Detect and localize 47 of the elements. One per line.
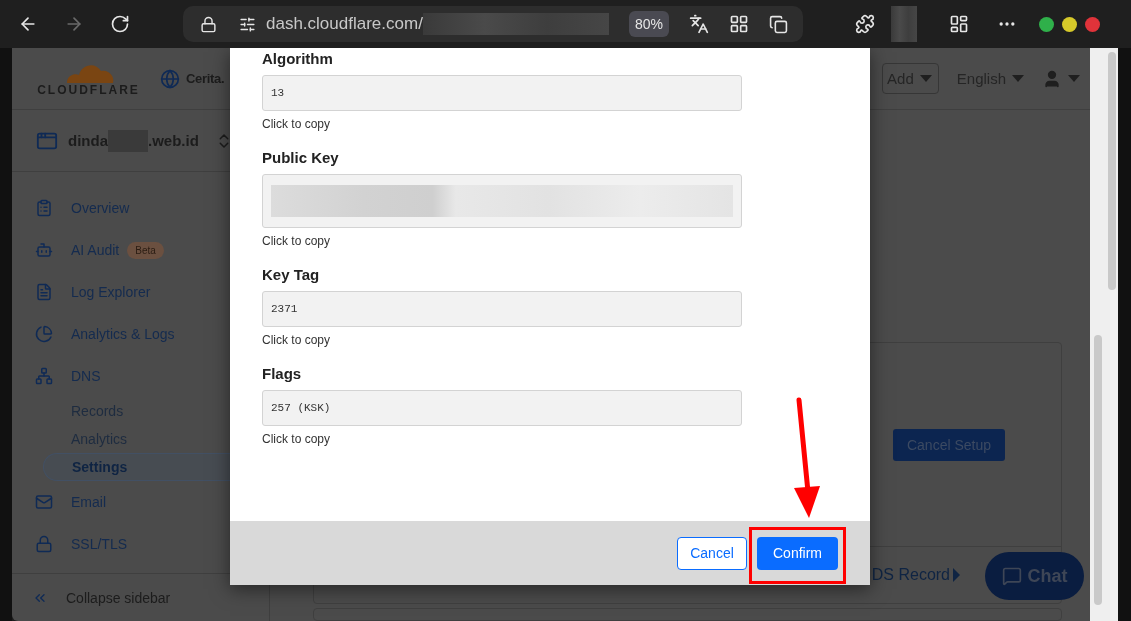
translate-icon[interactable] [688, 14, 709, 34]
network-icon [35, 367, 53, 385]
pie-chart-icon [35, 325, 53, 343]
reload-icon[interactable] [110, 14, 130, 34]
close-button[interactable] [1085, 16, 1100, 32]
field-label: Algorithm [262, 50, 333, 67]
clipboard-icon [35, 199, 53, 217]
robot-icon [35, 241, 53, 259]
value-field[interactable]: 257 (KSK) [262, 390, 742, 426]
ds-record-link[interactable]: DS Record [871, 566, 960, 584]
lock-icon [200, 15, 217, 33]
apps-icon[interactable] [728, 14, 749, 34]
address-bar[interactable]: dash.cloudflare.com/ 80% [183, 6, 803, 42]
url-text: dash.cloudflare.com/ [266, 14, 423, 34]
value-field[interactable]: 2371 [262, 291, 742, 327]
copy-hint: Click to copy [262, 333, 331, 347]
collections-icon[interactable] [768, 14, 788, 34]
sidebar-item[interactable]: Overview [12, 187, 269, 229]
caret-icon [1068, 74, 1080, 83]
minimize-button[interactable] [1039, 16, 1054, 32]
field-label: Public Key [262, 149, 339, 166]
document-icon [35, 283, 53, 301]
beta-badge: Beta [127, 241, 164, 259]
public-key-field[interactable] [262, 174, 742, 228]
value-field[interactable]: 13 [262, 75, 742, 111]
chat-bubble-icon [1001, 566, 1022, 586]
mail-icon [35, 493, 53, 511]
sidebar-item[interactable]: SSL/TLS [12, 523, 269, 565]
globe-icon [160, 68, 180, 89]
cancel-button[interactable]: Cancel [677, 536, 747, 570]
lock-icon [35, 535, 53, 553]
user-icon [1042, 68, 1062, 89]
scrollbar[interactable] [1090, 48, 1118, 621]
copy-hint: Click to copy [262, 432, 331, 446]
extensions-icon[interactable] [855, 14, 875, 34]
field-label: Key Tag [262, 266, 320, 283]
caret-icon [919, 74, 932, 83]
caret-icon [1012, 74, 1024, 83]
copy-hint: Click to copy [262, 234, 331, 248]
zoom-badge[interactable]: 80% [628, 11, 669, 37]
field-label: Flags [262, 365, 302, 382]
copy-hint: Click to copy [262, 117, 331, 131]
triangle-right-icon [953, 568, 960, 582]
site-info-icon [239, 15, 256, 33]
sidebar-apps-icon[interactable] [949, 14, 969, 34]
maximize-button[interactable] [1062, 16, 1077, 32]
confirm-button[interactable]: Confirm [757, 536, 838, 570]
